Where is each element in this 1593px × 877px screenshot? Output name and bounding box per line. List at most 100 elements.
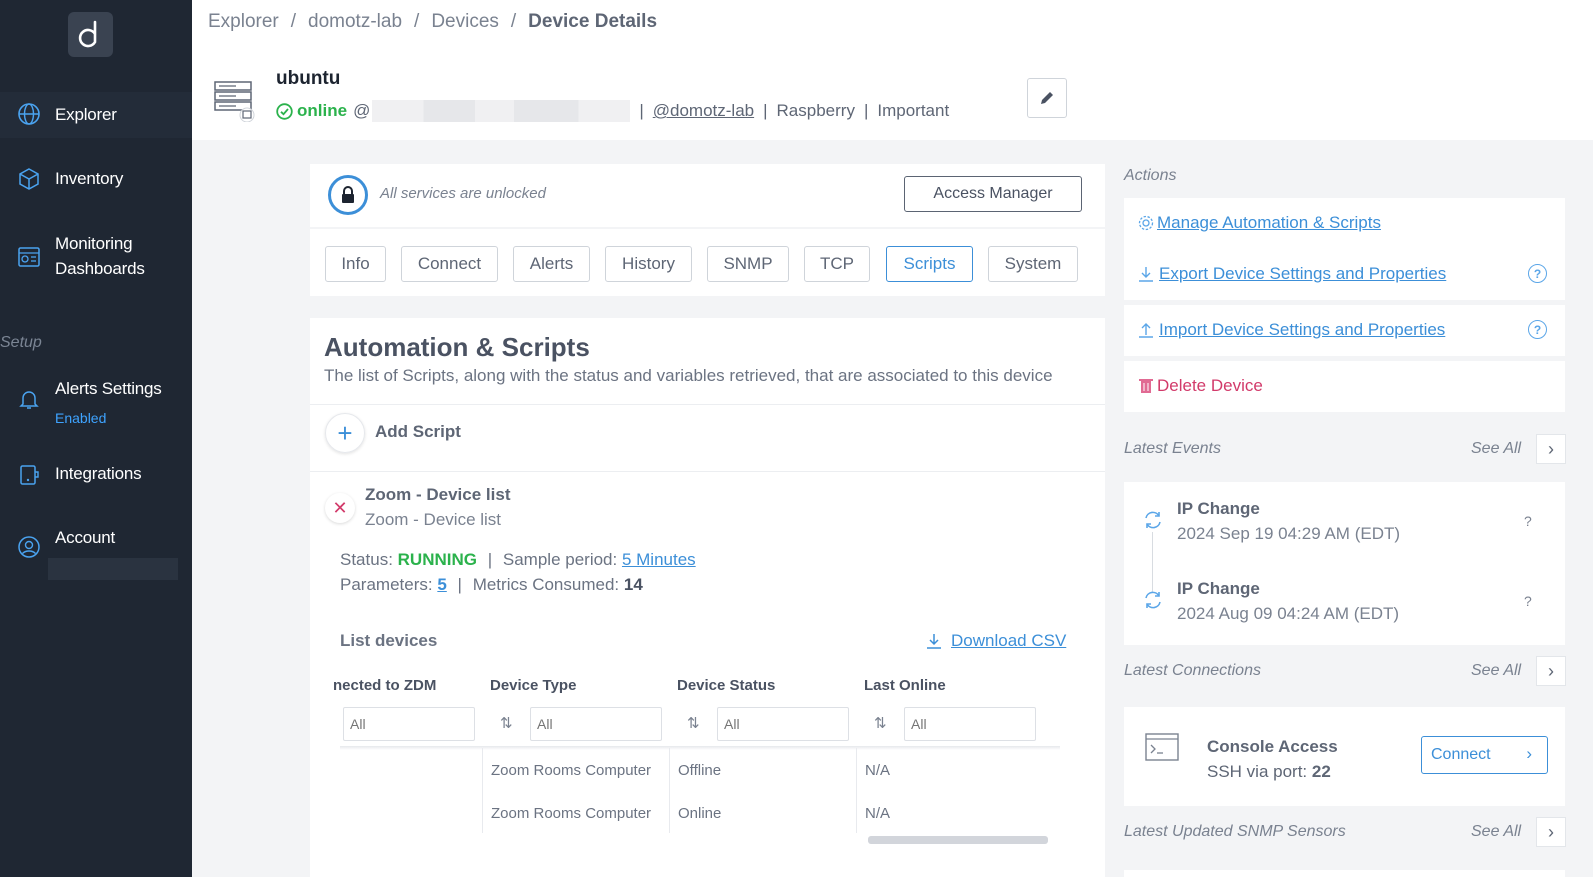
- latest-connections-label: Latest Connections: [1124, 662, 1261, 679]
- events-see-all-button[interactable]: ›: [1536, 434, 1566, 464]
- connections-see-all-link[interactable]: See All: [1471, 662, 1521, 680]
- online-check-icon: [276, 102, 293, 120]
- device-online-status: online: [297, 101, 348, 120]
- tab-scripts[interactable]: Scripts: [886, 246, 973, 282]
- breadcrumb-explorer[interactable]: Explorer: [208, 11, 279, 32]
- tab-connect[interactable]: Connect: [401, 246, 498, 282]
- table-cell: Zoom Rooms Computer: [491, 805, 652, 822]
- services-status-text: All services are unlocked: [380, 185, 546, 202]
- sidebar-item-label: Alerts Settings: [55, 379, 162, 398]
- logo-d-icon: [78, 20, 96, 47]
- column-header-connected: nected to ZDM: [333, 677, 437, 694]
- actions-label: Actions: [1124, 167, 1177, 184]
- edit-device-button[interactable]: [1027, 78, 1067, 118]
- event-title: IP Change: [1177, 579, 1260, 598]
- snmp-sensors-card: [1124, 870, 1565, 877]
- action-label: Export Device Settings and Properties: [1159, 264, 1447, 283]
- filter-connected-input[interactable]: [343, 707, 475, 741]
- list-devices-title: List devices: [340, 631, 438, 650]
- access-manager-button[interactable]: Access Manager: [904, 176, 1082, 212]
- event-help[interactable]: ?: [1524, 513, 1532, 529]
- sidebar-item-integrations[interactable]: Integrations: [0, 458, 192, 504]
- tab-system[interactable]: System: [988, 246, 1078, 282]
- snmp-see-all-button[interactable]: ›: [1536, 817, 1566, 847]
- lock-icon: [342, 186, 354, 203]
- sort-icon[interactable]: ⇅: [874, 714, 887, 732]
- services-lock-panel: All services are unlocked Access Manager: [310, 164, 1105, 227]
- event-help[interactable]: ?: [1524, 593, 1532, 609]
- cube-icon: [19, 168, 39, 190]
- latest-events-card: IP Change 2024 Sep 19 04:29 AM (EDT) ? I…: [1124, 482, 1565, 645]
- sort-icon[interactable]: ⇅: [500, 714, 513, 732]
- sidebar-item-inventory[interactable]: Inventory: [0, 158, 192, 204]
- help-icon[interactable]: ?: [1528, 264, 1547, 283]
- breadcrumb-devices[interactable]: Devices: [431, 11, 499, 32]
- tab-alerts[interactable]: Alerts: [513, 246, 590, 282]
- section-description: The list of Scripts, along with the stat…: [324, 366, 1053, 385]
- sidebar-item-monitoring-dashboards[interactable]: Monitoring Dashboards: [0, 228, 192, 288]
- download-icon: [1139, 267, 1153, 282]
- sort-icon[interactable]: ⇅: [687, 714, 700, 732]
- download-icon: [927, 634, 941, 649]
- agent-link[interactable]: @domotz-lab: [653, 101, 754, 121]
- filter-last-online-input[interactable]: [904, 707, 1036, 741]
- column-header-last-online: Last Online: [864, 677, 946, 694]
- integrations-icon: [20, 465, 39, 485]
- sample-period-link[interactable]: 5 Minutes: [622, 550, 696, 569]
- export-settings-action[interactable]: Export Device Settings and Properties ?: [1124, 249, 1565, 300]
- latest-events-label: Latest Events: [1124, 440, 1221, 457]
- tab-history[interactable]: History: [605, 246, 692, 282]
- chevron-right-icon: ›: [1548, 438, 1554, 459]
- connect-button[interactable]: Connect ›: [1421, 736, 1548, 774]
- device-type-tag: Raspberry: [776, 101, 855, 120]
- connections-see-all-button[interactable]: ›: [1536, 656, 1566, 686]
- sidebar-item-explorer[interactable]: Explorer: [0, 92, 192, 138]
- action-label: Import Device Settings and Properties: [1159, 320, 1446, 339]
- breadcrumb: Explorer / domotz-lab / Devices / Device Detai…: [208, 11, 658, 32]
- device-status-line: online @ | @domotz-lab | Raspberry | Imp…: [276, 100, 949, 122]
- remove-script-button[interactable]: ✕: [325, 493, 355, 523]
- script-name: Zoom - Device list: [365, 485, 511, 504]
- delete-device-action[interactable]: Delete Device: [1124, 361, 1565, 412]
- section-title: Automation & Scripts: [324, 332, 590, 362]
- plus-icon: +: [337, 417, 353, 448]
- ip-at-symbol: @: [353, 101, 371, 120]
- domotz-logo[interactable]: [68, 12, 113, 57]
- manage-automation-action[interactable]: Manage Automation & Scripts: [1124, 198, 1565, 249]
- gear-icon: [1138, 215, 1154, 231]
- close-icon: ✕: [332, 497, 348, 518]
- import-settings-action[interactable]: Import Device Settings and Properties ?: [1124, 305, 1565, 356]
- events-see-all-link[interactable]: See All: [1471, 440, 1521, 458]
- table-horizontal-scrollbar[interactable]: [868, 836, 1048, 844]
- column-header-device-status: Device Status: [677, 677, 776, 694]
- device-importance-tag: Important: [877, 101, 950, 120]
- bell-icon: [19, 391, 39, 409]
- add-script-button[interactable]: +: [325, 413, 365, 453]
- latest-connections-card: Console Access SSH via port: 22 Connect …: [1124, 707, 1565, 806]
- download-csv-link[interactable]: Download CSV: [925, 631, 1066, 651]
- table-cell: N/A: [865, 805, 891, 822]
- tab-snmp[interactable]: SNMP: [707, 246, 789, 282]
- sidebar-item-label: Monitoring: [55, 234, 133, 253]
- script-params-row: Parameters: 5 | Metrics Consumed: 14: [340, 575, 643, 594]
- filter-device-status-input[interactable]: [717, 707, 849, 741]
- script-status: RUNNING: [397, 550, 477, 569]
- terminal-icon: [1145, 733, 1179, 761]
- parameters-link[interactable]: 5: [437, 575, 446, 594]
- sidebar-item-label: Integrations: [55, 464, 142, 483]
- tab-info[interactable]: Info: [325, 246, 386, 282]
- add-script-label[interactable]: Add Script: [375, 422, 461, 442]
- tab-tcp[interactable]: TCP: [804, 246, 870, 282]
- latest-snmp-label: Latest Updated SNMP Sensors: [1124, 823, 1346, 840]
- automation-scripts-panel: Automation & Scripts The list of Scripts…: [310, 318, 1105, 877]
- action-label: Delete Device: [1157, 376, 1263, 395]
- table-cell: N/A: [865, 762, 891, 779]
- chevron-right-icon: ›: [1526, 744, 1532, 763]
- help-icon[interactable]: ?: [1528, 320, 1547, 339]
- setup-section-label: Setup: [0, 334, 42, 351]
- filter-device-type-input[interactable]: [530, 707, 662, 741]
- snmp-see-all-link[interactable]: See All: [1471, 823, 1521, 841]
- sidebar-item-label: Inventory: [55, 169, 124, 188]
- breadcrumb-agent[interactable]: domotz-lab: [308, 11, 402, 32]
- refresh-icon: [1145, 591, 1161, 609]
